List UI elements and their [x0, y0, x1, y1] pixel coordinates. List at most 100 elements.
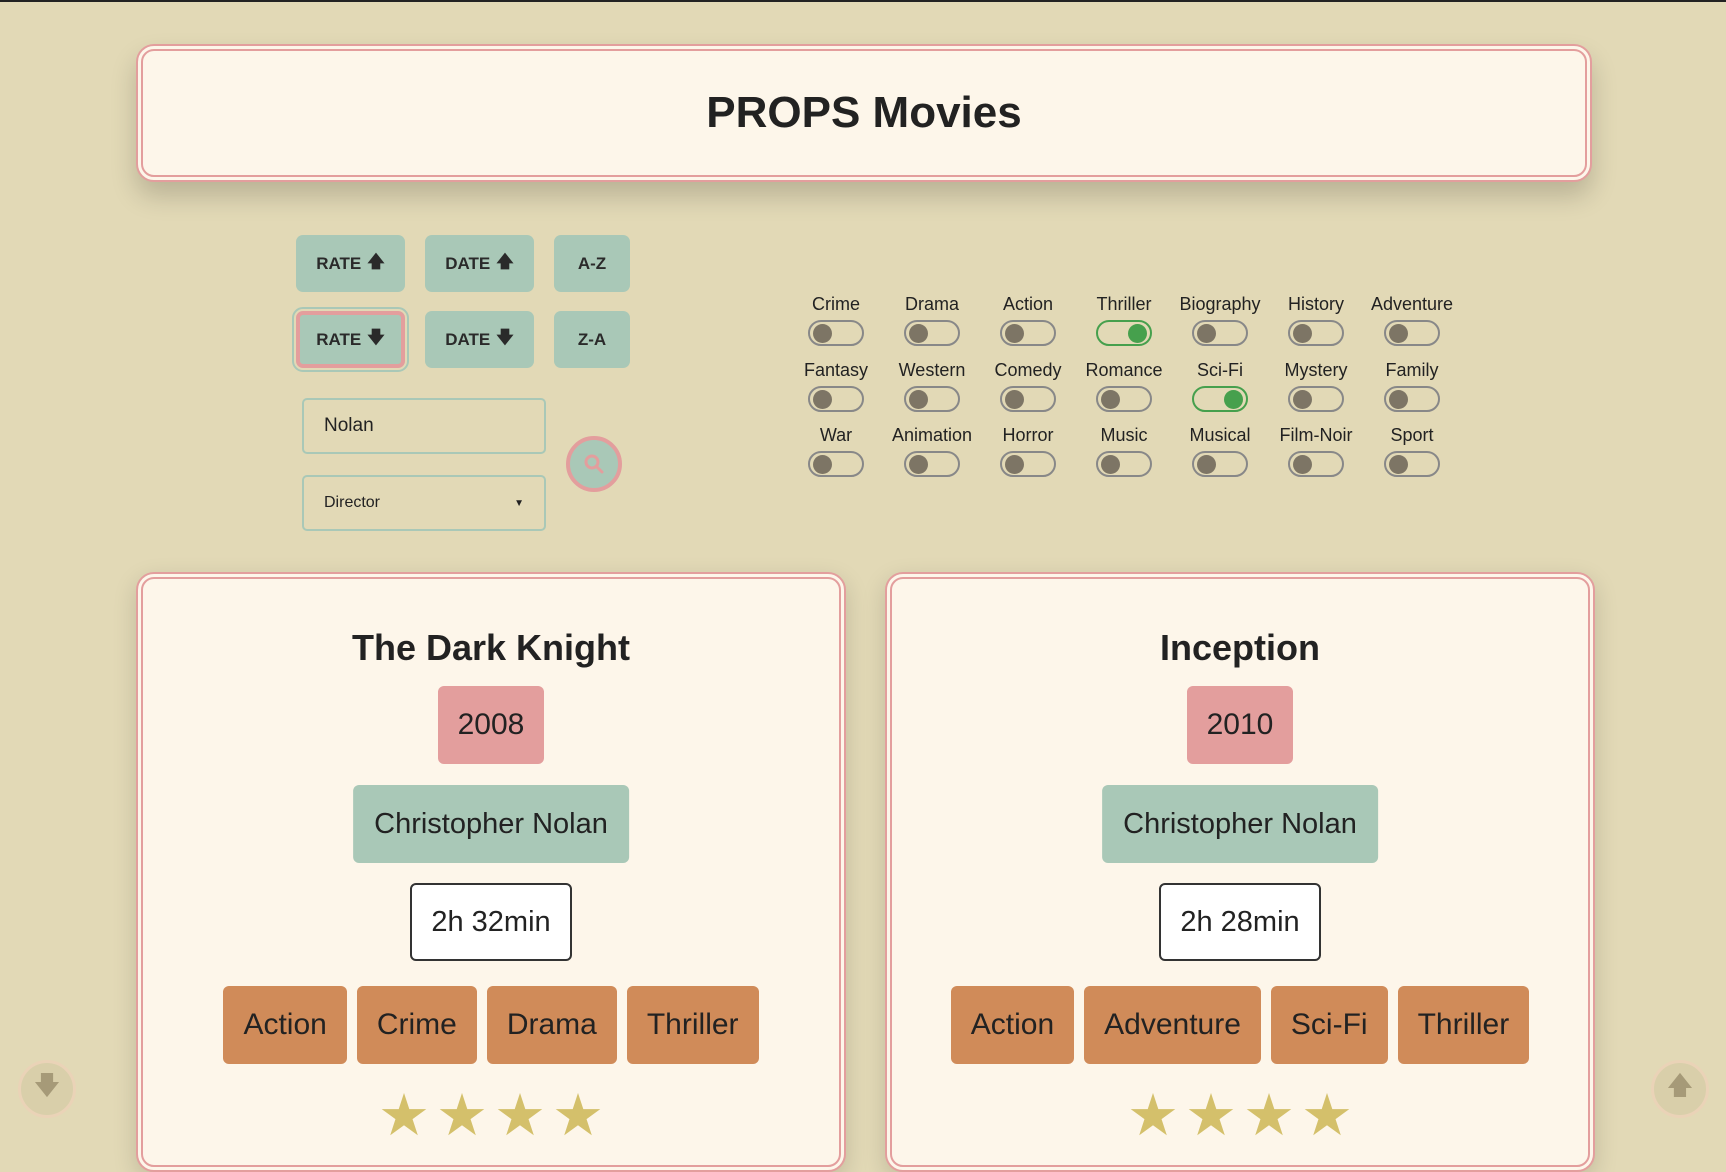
switch-knob — [1293, 390, 1312, 409]
movie-director-badge[interactable]: Christopher Nolan — [1102, 785, 1378, 863]
genre-switch[interactable] — [1192, 451, 1248, 477]
scroll-up-button[interactable]: 🡅 — [1651, 1060, 1709, 1118]
sort-za-button[interactable]: Z-A — [554, 311, 630, 368]
movie-year-badge: 2008 — [438, 686, 544, 764]
genre-switch[interactable] — [1384, 320, 1440, 346]
movie-card[interactable]: The Dark Knight 2008 Christopher Nolan 2… — [136, 572, 846, 1172]
movie-genre-tags: Action Crime Drama Thriller — [143, 986, 839, 1064]
genre-tag[interactable]: Drama — [486, 986, 617, 1064]
star-icon: ★ — [378, 1083, 430, 1148]
star-icon: ★ — [436, 1083, 488, 1148]
genre-switch[interactable] — [904, 320, 960, 346]
genre-tag[interactable]: Crime — [356, 986, 477, 1064]
switch-knob — [1005, 455, 1024, 474]
genre-tag[interactable]: Sci-Fi — [1270, 986, 1388, 1064]
switch-knob — [909, 390, 928, 409]
sort-rate-desc-label: RATE — [316, 329, 362, 349]
search-icon — [584, 454, 604, 474]
switch-knob — [909, 455, 928, 474]
movie-rating: ★ ★ ★ ★ — [143, 1087, 839, 1145]
star-icon: ★ — [552, 1083, 604, 1148]
switch-knob — [1101, 455, 1120, 474]
sort-date-asc-label: DATE — [445, 253, 491, 273]
genre-switch[interactable] — [1096, 451, 1152, 477]
movie-duration: 2h 32min — [410, 883, 572, 961]
genre-switch[interactable] — [808, 386, 864, 412]
arrow-down-icon: 🡇 — [367, 328, 385, 347]
sort-az-button[interactable]: A-Z — [554, 235, 630, 292]
switch-knob — [1101, 390, 1120, 409]
switch-knob — [1197, 324, 1216, 343]
sort-rate-asc-label: RATE — [316, 253, 362, 273]
switch-knob — [1005, 324, 1024, 343]
search-button[interactable] — [566, 436, 622, 492]
app-header: PROPS Movies — [136, 44, 1592, 182]
arrow-up-icon: 🡅 — [1666, 1070, 1694, 1100]
genre-toggle-adventure[interactable]: Adventure — [1352, 294, 1472, 351]
sort-date-desc-button[interactable]: DATE 🡇 — [425, 311, 534, 368]
genre-switch[interactable] — [1288, 320, 1344, 346]
genre-tag[interactable]: Thriller — [1397, 986, 1530, 1064]
genre-toggle-sport[interactable]: Sport — [1352, 425, 1472, 482]
arrow-up-icon: 🡅 — [496, 252, 514, 271]
star-icon: ★ — [1185, 1083, 1237, 1148]
search-filter-value: Director — [324, 494, 381, 511]
genre-tag[interactable]: Thriller — [626, 986, 759, 1064]
sort-date-desc-label: DATE — [445, 329, 491, 349]
genre-switch[interactable] — [1000, 386, 1056, 412]
sort-date-asc-button[interactable]: DATE 🡅 — [425, 235, 534, 292]
movie-director-badge[interactable]: Christopher Nolan — [353, 785, 629, 863]
movie-title: The Dark Knight — [351, 627, 630, 668]
search-filter-select[interactable]: Director ▼ — [302, 475, 546, 531]
switch-knob — [1389, 324, 1408, 343]
genre-switch[interactable] — [904, 451, 960, 477]
movie-card[interactable]: Inception 2010 Christopher Nolan 2h 28mi… — [885, 572, 1595, 1172]
search-input[interactable]: Nolan — [302, 398, 546, 454]
genre-switch[interactable] — [1096, 386, 1152, 412]
genre-switch[interactable] — [1096, 320, 1152, 346]
switch-knob — [1224, 390, 1243, 409]
genre-label: Adventure — [1370, 294, 1454, 314]
sort-rate-desc-button[interactable]: RATE 🡇 — [292, 307, 409, 372]
genre-switch[interactable] — [1384, 451, 1440, 477]
genre-switch[interactable] — [1384, 386, 1440, 412]
star-icon: ★ — [1127, 1083, 1179, 1148]
switch-knob — [1389, 455, 1408, 474]
arrow-up-icon: 🡅 — [367, 252, 385, 271]
genre-switch[interactable] — [1288, 386, 1344, 412]
genre-switch[interactable] — [904, 386, 960, 412]
switch-knob — [813, 390, 832, 409]
star-icon: ★ — [1243, 1083, 1295, 1148]
sort-za-label: Z-A — [577, 329, 607, 349]
switch-knob — [1128, 324, 1147, 343]
sort-rate-asc-button[interactable]: RATE 🡅 — [296, 235, 405, 292]
star-icon: ★ — [1301, 1083, 1353, 1148]
genre-switch[interactable] — [1288, 451, 1344, 477]
genre-switch[interactable] — [1192, 320, 1248, 346]
switch-knob — [1389, 390, 1408, 409]
genre-switch[interactable] — [1000, 451, 1056, 477]
switch-knob — [909, 324, 928, 343]
genre-switch[interactable] — [1192, 386, 1248, 412]
movie-duration: 2h 28min — [1159, 883, 1321, 961]
star-icon: ★ — [494, 1083, 546, 1148]
chevron-down-icon: ▼ — [514, 497, 524, 509]
movie-title: Inception — [1160, 627, 1320, 668]
switch-knob — [1197, 455, 1216, 474]
genre-switch[interactable] — [808, 451, 864, 477]
page-title: PROPS Movies — [706, 88, 1022, 137]
genre-toggle-family[interactable]: Family — [1352, 360, 1472, 417]
switch-knob — [1005, 390, 1024, 409]
switch-knob — [1293, 324, 1312, 343]
genre-label: Sport — [1390, 425, 1434, 445]
switch-knob — [1293, 455, 1312, 474]
switch-knob — [813, 455, 832, 474]
movie-genre-tags: Action Adventure Sci-Fi Thriller — [892, 986, 1588, 1064]
genre-tag[interactable]: Action — [223, 986, 347, 1064]
genre-switch[interactable] — [1000, 320, 1056, 346]
genre-tag[interactable]: Adventure — [1084, 986, 1261, 1064]
arrow-down-icon: 🡇 — [33, 1070, 61, 1100]
genre-tag[interactable]: Action — [950, 986, 1075, 1064]
genre-switch[interactable] — [808, 320, 864, 346]
scroll-down-button[interactable]: 🡇 — [18, 1060, 76, 1118]
